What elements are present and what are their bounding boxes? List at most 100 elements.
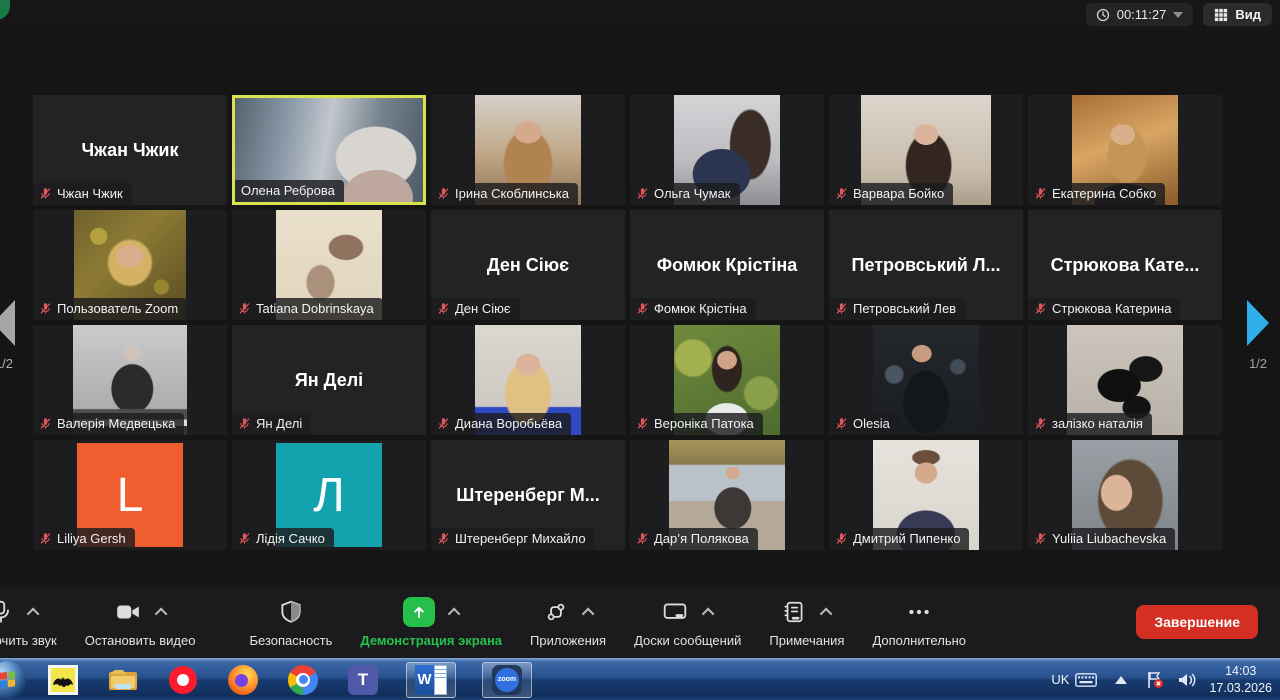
word-icon: W	[415, 665, 447, 695]
participant-tile[interactable]: Пользователь Zoom	[33, 210, 227, 320]
participant-tile[interactable]: Ірина Скоблинська	[431, 95, 625, 205]
speaker-icon[interactable]	[1177, 671, 1197, 689]
taskbar-zoom-app[interactable]: zoom	[482, 662, 532, 698]
participant-tile[interactable]: Стрюкова Кате...Стрюкова Катерина	[1028, 210, 1222, 320]
participant-tile[interactable]: Ян ДеліЯн Делі	[232, 325, 426, 435]
participant-name-label: Лідія Сачко	[232, 528, 334, 550]
meeting-timer[interactable]: 00:11:27	[1086, 3, 1194, 26]
mic-off-icon	[636, 302, 649, 315]
participant-tile[interactable]: LLiliya Gersh	[33, 440, 227, 550]
participant-tile[interactable]: Чжан ЧжикЧжан Чжик	[33, 95, 227, 205]
share-screen-label: Демонстрация экрана	[360, 633, 502, 648]
video-options-chevron[interactable]	[154, 607, 167, 620]
meeting-top-bar: 00:11:27 Вид	[0, 0, 1280, 30]
mic-off-icon	[835, 532, 848, 545]
mic-off-icon	[238, 302, 251, 315]
gallery-prev-page[interactable]: 1/2	[0, 300, 24, 371]
taskbar-explorer-icon[interactable]	[106, 663, 140, 697]
taskbar-teams-icon[interactable]: T	[346, 663, 380, 697]
participant-tile[interactable]: Дар’я Полякова	[630, 440, 824, 550]
participant-name-label: Валерія Медвецька	[33, 413, 184, 435]
whiteboard-icon	[661, 599, 689, 625]
taskbar-chrome-icon[interactable]	[286, 663, 320, 697]
more-icon	[906, 599, 932, 625]
more-button[interactable]: Дополнительно	[872, 595, 966, 648]
mic-options-chevron[interactable]	[27, 607, 40, 620]
participant-name-label: Екатерина Собко	[1028, 183, 1165, 205]
timer-value: 00:11:27	[1117, 7, 1167, 22]
participant-tile[interactable]: ЛЛідія Сачко	[232, 440, 426, 550]
apps-label: Приложения	[530, 633, 606, 648]
zoom-icon: zoom	[492, 665, 522, 695]
clock-date: 17.03.2026	[1209, 680, 1272, 696]
taskbar-firefox-icon[interactable]	[226, 663, 260, 697]
participant-tile[interactable]: залізко наталія	[1028, 325, 1222, 435]
notes-options-chevron[interactable]	[820, 607, 833, 620]
participant-name-label: Дар’я Полякова	[630, 528, 758, 550]
notes-label: Примечания	[769, 633, 844, 648]
whiteboards-options-chevron[interactable]	[702, 607, 715, 620]
whiteboards-button[interactable]: Доски сообщений	[634, 595, 741, 648]
chevron-down-icon[interactable]	[1173, 12, 1183, 18]
arrow-right-icon[interactable]	[1247, 300, 1269, 346]
language-indicator[interactable]: UK	[1051, 672, 1097, 687]
start-button[interactable]	[0, 661, 26, 699]
participant-name-label: Вероніка Патока	[630, 413, 763, 435]
stop-video-button[interactable]: Остановить видео	[85, 595, 196, 648]
participant-name-label: Штеренберг Михайло	[431, 528, 595, 550]
participant-tile[interactable]: Диана Воробьёва	[431, 325, 625, 435]
mic-off-icon	[636, 532, 649, 545]
participant-tile[interactable]: Фомюк КрістінаФомюк Крістіна	[630, 210, 824, 320]
participant-tile[interactable]: Петровський Л...Петровський Лев	[829, 210, 1023, 320]
participant-name-label: Ірина Скоблинська	[431, 183, 578, 205]
mute-button[interactable]: Включить звук	[0, 595, 57, 648]
participant-tile[interactable]: Ольга Чумак	[630, 95, 824, 205]
participant-tile[interactable]: Варвара Бойко	[829, 95, 1023, 205]
view-button-label: Вид	[1235, 7, 1261, 22]
taskbar-word-app[interactable]: W	[406, 662, 456, 698]
participant-name-label: Стрюкова Катерина	[1028, 298, 1180, 320]
participant-tile[interactable]: Вероніка Патока	[630, 325, 824, 435]
participant-tile[interactable]: Олена Реброва	[232, 95, 426, 205]
participant-name-label: Tatiana Dobrinskaya	[232, 298, 383, 320]
apps-options-chevron[interactable]	[581, 607, 594, 620]
participant-name-label: залізко наталія	[1028, 413, 1152, 435]
participant-tile[interactable]: Yuliia Liubachevska	[1028, 440, 1222, 550]
gallery-next-page[interactable]: 1/2	[1238, 300, 1278, 371]
participant-tile[interactable]: Екатерина Собко	[1028, 95, 1222, 205]
view-button[interactable]: Вид	[1203, 3, 1272, 26]
action-center-flag-icon[interactable]	[1145, 671, 1165, 689]
apps-button[interactable]: Приложения	[530, 595, 606, 648]
show-hidden-icons[interactable]	[1115, 676, 1127, 684]
taskbar-clock[interactable]: 14:03 17.03.2026	[1209, 663, 1272, 696]
notes-icon	[781, 599, 807, 625]
participant-tile[interactable]: Штеренберг М...Штеренберг Михайло	[431, 440, 625, 550]
end-meeting-button[interactable]: Завершение	[1136, 605, 1258, 639]
participant-tile[interactable]: Валерія Медвецька	[33, 325, 227, 435]
taskbar-opera-icon[interactable]	[166, 663, 200, 697]
corner-green-indicator	[0, 0, 10, 20]
participant-name-label: Пользователь Zoom	[33, 298, 187, 320]
mic-off-icon	[39, 417, 52, 430]
share-screen-button[interactable]: Демонстрация экрана	[360, 595, 502, 648]
keyboard-icon	[1075, 673, 1097, 687]
participant-tile[interactable]: Дмитрий Пипенко	[829, 440, 1023, 550]
clock-time: 14:03	[1209, 663, 1272, 679]
taskbar-the-bat-icon[interactable]	[46, 663, 80, 697]
participant-name-label: Liliya Gersh	[33, 528, 135, 550]
mic-off-icon	[437, 187, 450, 200]
mic-off-icon	[437, 302, 450, 315]
participant-tile[interactable]: Ден СіюєДен Сіює	[431, 210, 625, 320]
participant-name-label: Чжан Чжик	[33, 183, 132, 205]
share-options-chevron[interactable]	[447, 607, 460, 620]
participant-name-label: Ден Сіює	[431, 298, 520, 320]
participant-tile[interactable]: Olesia	[829, 325, 1023, 435]
participant-name-label: Олена Реброва	[235, 180, 344, 202]
arrow-left-icon[interactable]	[0, 300, 15, 346]
notes-button[interactable]: Примечания	[769, 595, 844, 648]
participant-name-label: Фомюк Крістіна	[630, 298, 756, 320]
language-code: UK	[1051, 672, 1069, 687]
shield-icon	[278, 599, 304, 625]
participant-tile[interactable]: Tatiana Dobrinskaya	[232, 210, 426, 320]
security-button[interactable]: Безопасность	[249, 595, 332, 648]
